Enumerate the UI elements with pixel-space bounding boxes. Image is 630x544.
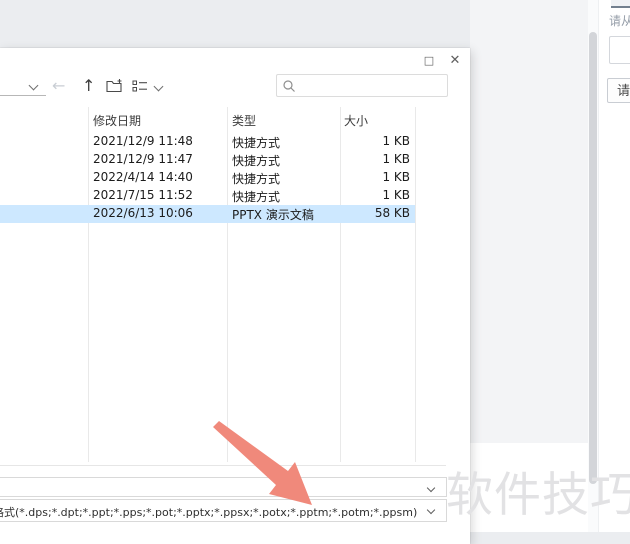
- cell-type: PPTX 演示文稿: [232, 208, 314, 222]
- cell-size: 58 KB: [374, 206, 410, 220]
- maximize-button[interactable]: □: [418, 51, 440, 71]
- close-button[interactable]: ✕: [444, 51, 466, 71]
- file-list-header: 修改日期 类型 大小: [0, 111, 446, 131]
- open-file-dialog: □ ✕ ← ↑ 修改日期 类型 大小 2021/12/9 11:48 快捷方式 …: [0, 48, 470, 544]
- watermark-text: 软件技巧: [446, 468, 630, 523]
- new-folder-icon[interactable]: [106, 78, 124, 97]
- table-row[interactable]: 2021/12/9 11:47 快捷方式 1 KB: [0, 151, 415, 169]
- page-scrollbar-thumb[interactable]: [589, 32, 597, 484]
- cell-size: 1 KB: [382, 170, 410, 184]
- table-row[interactable]: 2021/12/9 11:48 快捷方式 1 KB: [0, 133, 415, 151]
- cell-date-modified: 2021/12/9 11:48: [93, 134, 193, 148]
- cell-type: 快捷方式: [232, 154, 281, 168]
- header-date-modified[interactable]: 修改日期: [93, 112, 141, 129]
- address-combobox-edge[interactable]: [0, 95, 46, 96]
- table-row[interactable]: 2022/6/13 10:06 PPTX 演示文稿 58 KB: [0, 205, 415, 223]
- page-background: [470, 0, 588, 443]
- dialog-toolbar: ← ↑: [0, 74, 470, 102]
- cell-type: 快捷方式: [232, 136, 281, 150]
- up-arrow-icon[interactable]: ↑: [82, 74, 95, 98]
- panel-top-fragment: [611, 0, 630, 8]
- search-input[interactable]: [299, 76, 443, 95]
- header-type[interactable]: 类型: [232, 112, 256, 129]
- view-options-icon[interactable]: [132, 78, 148, 97]
- filename-combobox[interactable]: [0, 477, 447, 497]
- file-list-body: 2021/12/9 11:48 快捷方式 1 KB 2021/12/9 11:4…: [0, 133, 446, 223]
- cell-date-modified: 2022/4/14 14:40: [93, 170, 193, 184]
- header-size[interactable]: 大小: [344, 112, 404, 129]
- filename-chevron-icon[interactable]: [426, 483, 436, 493]
- panel-button[interactable]: 请: [607, 78, 630, 103]
- back-arrow-icon[interactable]: ←: [52, 74, 65, 98]
- address-chevron-down-icon[interactable]: [28, 80, 39, 91]
- filetype-chevron-icon[interactable]: [426, 505, 436, 515]
- search-box[interactable]: [276, 74, 448, 97]
- table-row[interactable]: 2021/7/15 11:52 快捷方式 1 KB: [0, 187, 415, 205]
- right-side-panel: 请从 请: [598, 0, 630, 532]
- cell-date-modified: 2022/6/13 10:06: [93, 206, 193, 220]
- panel-input[interactable]: [609, 36, 630, 64]
- panel-hint-text: 请从: [609, 14, 630, 28]
- dialog-titlebar[interactable]: □ ✕: [0, 48, 470, 74]
- table-row[interactable]: 2022/4/14 14:40 快捷方式 1 KB: [0, 169, 415, 187]
- cell-date-modified: 2021/12/9 11:47: [93, 152, 193, 166]
- cell-size: 1 KB: [382, 134, 410, 148]
- cell-type: 快捷方式: [232, 190, 281, 204]
- filetype-value: 格式(*.dps;*.dpt;*.ppt;*.pps;*.pot;*.pptx;…: [0, 506, 418, 519]
- file-list: 修改日期 类型 大小 2021/12/9 11:48 快捷方式 1 KB 202…: [0, 105, 446, 466]
- view-options-chevron-icon[interactable]: [153, 81, 164, 92]
- cell-size: 1 KB: [382, 188, 410, 202]
- cell-date-modified: 2021/7/15 11:52: [93, 188, 193, 202]
- search-icon: [282, 78, 296, 97]
- filetype-combobox[interactable]: 格式(*.dps;*.dpt;*.ppt;*.pps;*.pot;*.pptx;…: [0, 499, 447, 522]
- cell-size: 1 KB: [382, 152, 410, 166]
- cell-type: 快捷方式: [232, 172, 281, 186]
